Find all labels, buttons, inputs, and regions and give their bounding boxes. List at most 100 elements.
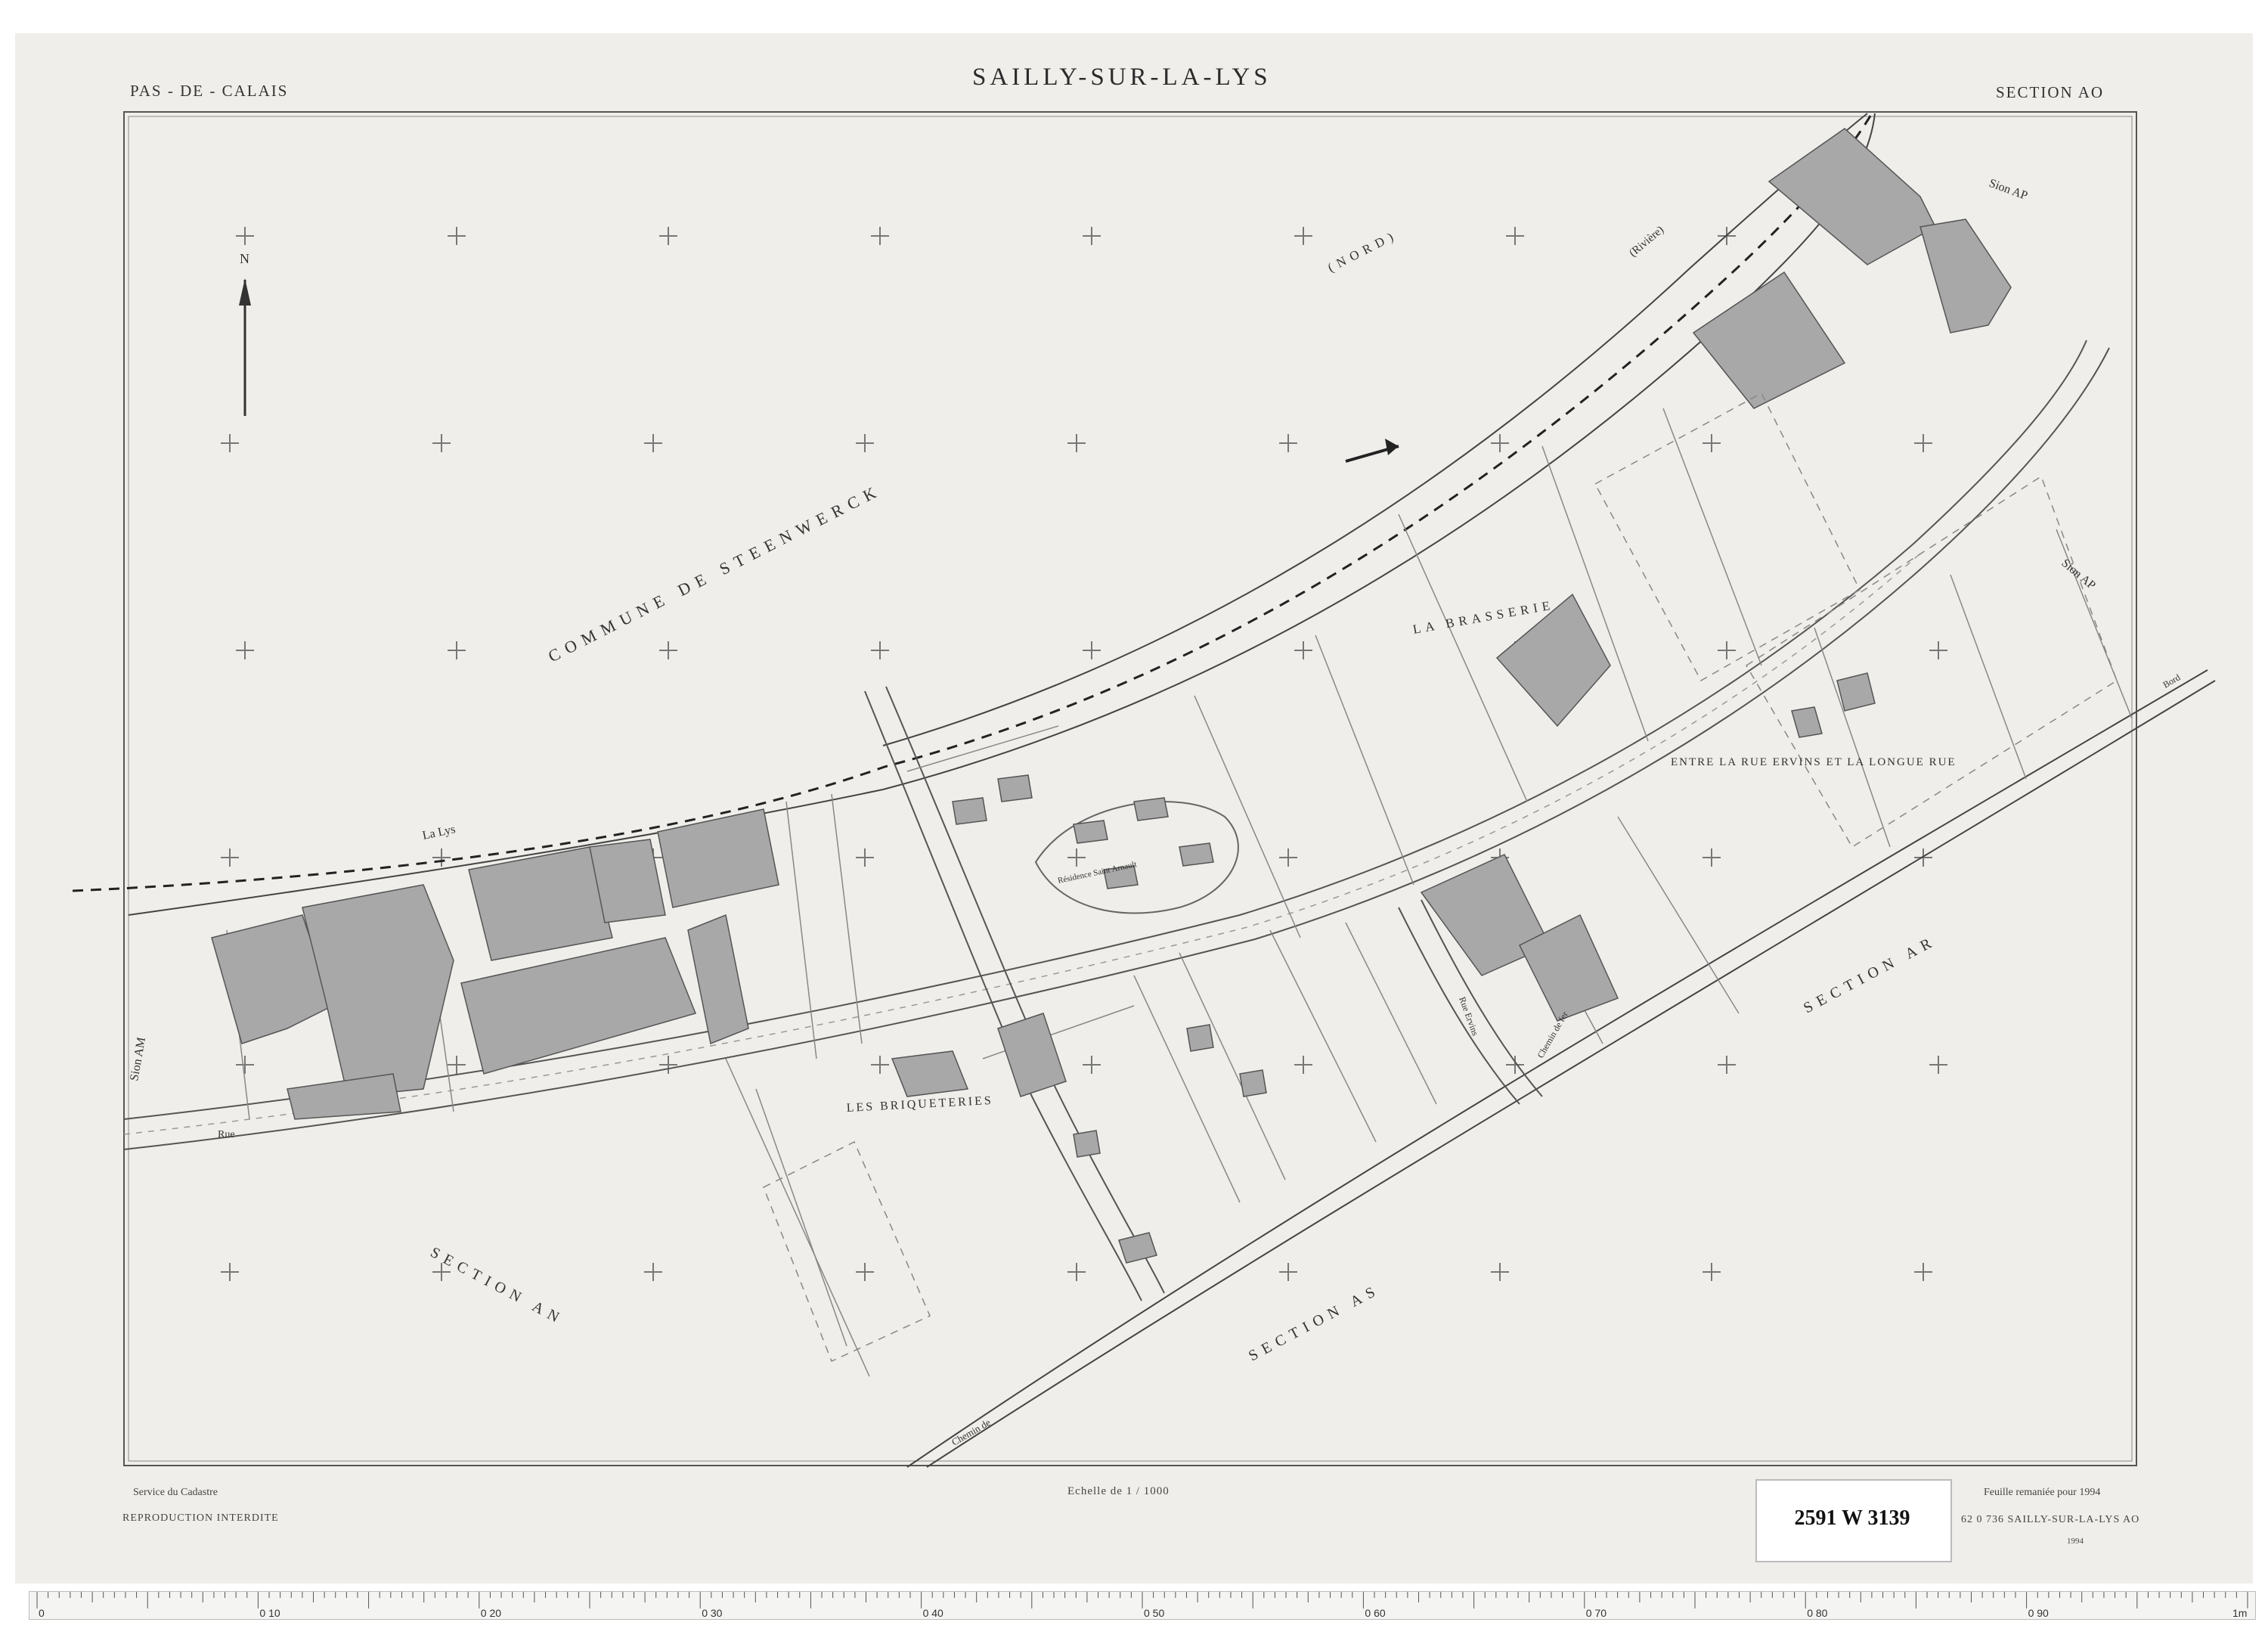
railway-chemin [906, 669, 2216, 1468]
ruler-label: 0 40 [923, 1607, 943, 1619]
scale-label: Echelle de 1 / 1000 [1067, 1485, 1170, 1497]
cadastral-map[interactable]: N COMMUNE DE STEENWERCK (NORD) La Lys (R… [0, 0, 2268, 1641]
riviere-label: (Rivière) [1627, 224, 1666, 259]
survey-cross-icon [856, 1263, 874, 1281]
survey-cross-icon [856, 434, 874, 452]
survey-cross-icon [1914, 848, 1932, 867]
les-briqueteries-label: LES BRIQUETERIES [846, 1094, 993, 1115]
survey-cross-icon [1718, 641, 1736, 659]
building-east-2 [1791, 706, 1823, 738]
river-flow-arrowhead [1385, 439, 1399, 455]
survey-cross-icon [1279, 848, 1297, 867]
entre-rues-label: ENTRE LA RUE ERVINS ET LA LONGUE RUE [1671, 756, 1957, 768]
survey-cross-icon [1491, 434, 1509, 452]
ruler-label: 1m [2232, 1607, 2247, 1619]
survey-cross-icon [659, 227, 677, 245]
survey-cross-icon [236, 227, 254, 245]
plot-east [1594, 392, 1861, 682]
building-east-1 [1836, 672, 1876, 712]
ruler-label: 0 50 [1144, 1607, 1164, 1619]
ruler-ticks: 0 0 10 0 20 0 30 0 40 0 50 0 60 0 70 0 80 0 90 1m [36, 1592, 2248, 1619]
survey-cross-icon [1294, 641, 1312, 659]
survey-cross-icon [221, 1263, 239, 1281]
survey-cross-icon [871, 1056, 889, 1074]
building-briq-1 [997, 1013, 1067, 1097]
buildings [211, 128, 2012, 1264]
chemin-fer-label: Chemin de fer [1535, 1010, 1569, 1059]
chemin-label: Chemin de [950, 1416, 993, 1447]
building-res-1 [1073, 820, 1108, 844]
survey-cross-icon [1279, 1263, 1297, 1281]
river-axis [72, 113, 1873, 892]
survey-cross-icon [1067, 1263, 1086, 1281]
survey-cross-icon [1506, 227, 1524, 245]
survey-cross-icon [448, 1056, 466, 1074]
building-west-2 [302, 884, 454, 1097]
survey-cross-icon [1294, 1056, 1312, 1074]
building-small-1 [1186, 1024, 1214, 1052]
ruler-label: 0 [39, 1607, 45, 1619]
ruler-label: 0 30 [702, 1607, 722, 1619]
survey-cross-icon [1703, 1263, 1721, 1281]
survey-cross-icon [448, 227, 466, 245]
building-ne-2 [1768, 128, 1936, 265]
ruler-label: 0 10 [259, 1607, 280, 1619]
plot-briqueteries [763, 1140, 931, 1363]
survey-cross-icon [1083, 227, 1101, 245]
survey-cross-icon [1703, 434, 1721, 452]
rue-ervins-label: Rue Ervins [1457, 995, 1481, 1038]
survey-cross-icon [856, 848, 874, 867]
survey-cross-icon [1914, 1263, 1932, 1281]
plot-se [1745, 475, 2118, 848]
section-ap-top-label: Sion AP [1988, 177, 2030, 203]
section-ar-label: SECTION AR [1801, 932, 1939, 1017]
building-res-3 [1179, 842, 1214, 867]
building-nw-cluster-1 [952, 797, 987, 825]
survey-cross-icon [659, 641, 677, 659]
survey-cross-icon [1929, 1056, 1947, 1074]
chemin-south [926, 680, 2216, 1468]
ruler-label: 0 20 [481, 1607, 501, 1619]
building-nw-cluster-2 [997, 774, 1033, 802]
survey-cross-icon [1914, 434, 1932, 452]
ruler-label: 0 80 [1807, 1607, 1827, 1619]
section-ap-mid-label: Sion AP [2059, 557, 2098, 592]
survey-cross-icon [1703, 848, 1721, 867]
survey-cross-icon [871, 227, 889, 245]
survey-cross-icon [236, 641, 254, 659]
code-line: 62 0 736 SAILLY-SUR-LA-LYS AO [1961, 1514, 2140, 1525]
survey-cross-icon [236, 1056, 254, 1074]
survey-cross-icon [1083, 1056, 1101, 1074]
reproduction-label: REPRODUCTION INTERDITE [122, 1512, 279, 1524]
la-lys-label: La Lys [421, 823, 457, 842]
survey-cross-icon [644, 434, 662, 452]
building-small-2 [1239, 1069, 1267, 1097]
survey-cross-icon [432, 848, 451, 867]
section-as-label: SECTION AS [1246, 1281, 1383, 1364]
survey-cross-icon [1294, 227, 1312, 245]
river-lys [72, 113, 1876, 916]
ruler-label: 0 90 [2028, 1607, 2049, 1619]
north-arrow-icon [239, 278, 251, 416]
remaniee-label: Feuille remaniée pour 1994 [1984, 1487, 2101, 1498]
chemin-north [906, 669, 2208, 1468]
building-south-row [287, 1073, 401, 1120]
building-factory-5 [687, 914, 749, 1045]
survey-cross-icon [432, 434, 451, 452]
section-an-label: SECTION AN [428, 1244, 567, 1329]
ruler-label: 0 70 [1586, 1607, 1606, 1619]
survey-cross-icon [1929, 641, 1947, 659]
survey-cross-icon [1718, 1056, 1736, 1074]
survey-cross-icon [1083, 641, 1101, 659]
survey-cross-icon [221, 848, 239, 867]
building-small-3 [1073, 1130, 1101, 1158]
building-res-2 [1133, 797, 1169, 821]
year-stamp: 1994 [2067, 1537, 2084, 1546]
survey-cross-icon [1279, 434, 1297, 452]
ruler-label: 0 60 [1365, 1607, 1385, 1619]
commune-steenwerck-label: COMMUNE DE STEENWERCK [545, 480, 885, 666]
archive-label: 2591 W 3139 [1794, 1506, 1910, 1530]
nord-label: (NORD) [1325, 228, 1400, 275]
survey-cross-icon [1067, 434, 1086, 452]
survey-cross-icon [221, 434, 239, 452]
